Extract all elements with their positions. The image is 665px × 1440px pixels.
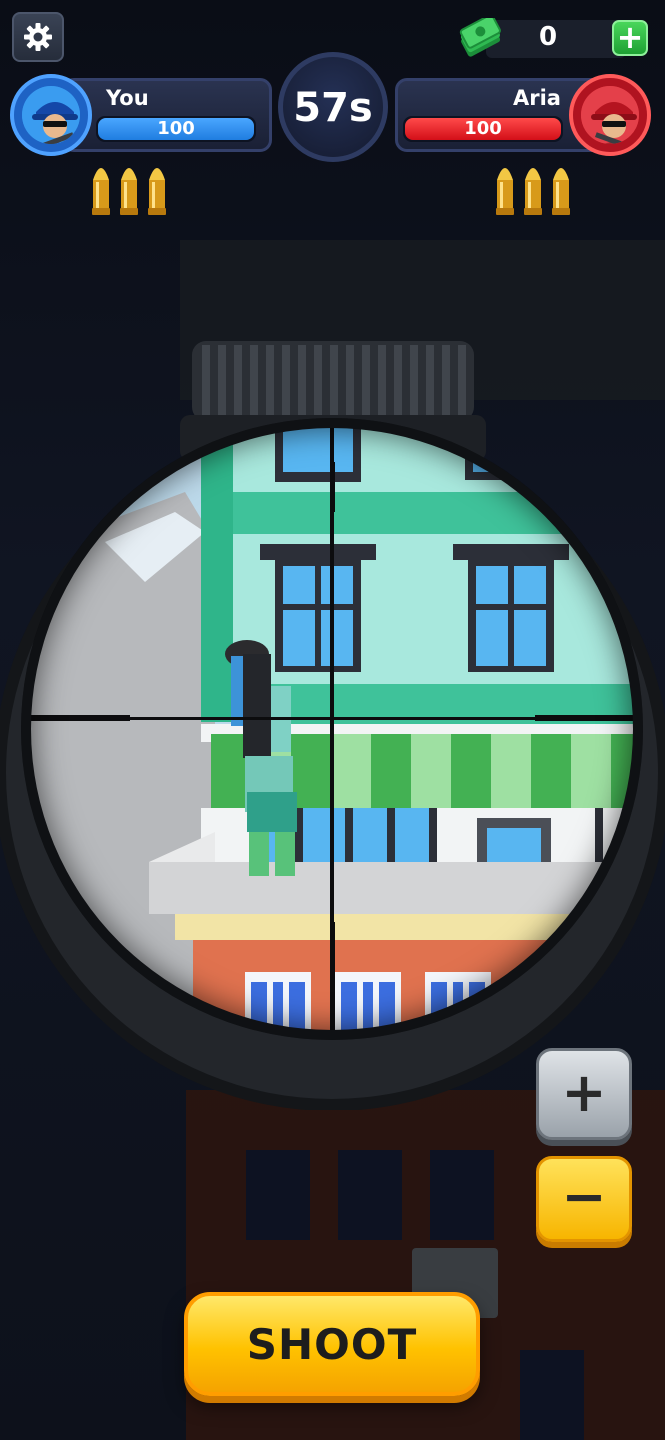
- zoom-out-label: −: [561, 1165, 607, 1228]
- match-timer: 57s: [278, 52, 388, 162]
- plus-icon: +: [616, 18, 644, 56]
- settings-button[interactable]: [12, 12, 64, 62]
- cash-amount: 0: [538, 22, 558, 52]
- opponent-card: Aria 100: [395, 74, 655, 156]
- bullet-icon: [524, 168, 542, 215]
- bullet-icon: [120, 168, 138, 215]
- player-avatar: [10, 74, 92, 156]
- player-ammo: [90, 160, 180, 218]
- scope-view-scene: [25, 422, 639, 1036]
- zoom-out-button[interactable]: −: [536, 1156, 632, 1242]
- cash-panel: 0 +: [458, 18, 654, 60]
- player-name: You: [106, 86, 149, 110]
- opponent-health-value: 100: [464, 118, 502, 139]
- zoom-in-button[interactable]: +: [536, 1048, 632, 1140]
- shoot-button[interactable]: SHOOT: [184, 1292, 480, 1396]
- cash-stack-icon: [459, 18, 501, 57]
- player-card: You 100: [10, 74, 272, 156]
- player-health-bar: 100: [96, 116, 256, 142]
- bullet-icon: [552, 168, 570, 215]
- background-window: [430, 1150, 494, 1240]
- opponent-name: Aria: [513, 86, 561, 110]
- opponent-health-bar: 100: [403, 116, 563, 142]
- red-soldier-avatar: [581, 86, 639, 144]
- bullet-icon: [148, 168, 166, 215]
- opponent-avatar: [569, 74, 651, 156]
- bullet-icon: [92, 168, 110, 215]
- shoot-label: SHOOT: [246, 1320, 418, 1369]
- background-window: [338, 1150, 402, 1240]
- background-window: [246, 1150, 310, 1240]
- blue-soldier-avatar: [22, 86, 80, 144]
- scope-lens: [25, 422, 639, 1036]
- background-window: [520, 1350, 584, 1440]
- timer-value: 57s: [293, 85, 373, 131]
- gear-icon: [24, 23, 52, 51]
- zoom-in-label: +: [561, 1061, 607, 1124]
- opponent-ammo: [494, 160, 584, 218]
- add-cash-button[interactable]: +: [612, 18, 648, 56]
- player-health-value: 100: [157, 118, 195, 139]
- bullet-icon: [496, 168, 514, 215]
